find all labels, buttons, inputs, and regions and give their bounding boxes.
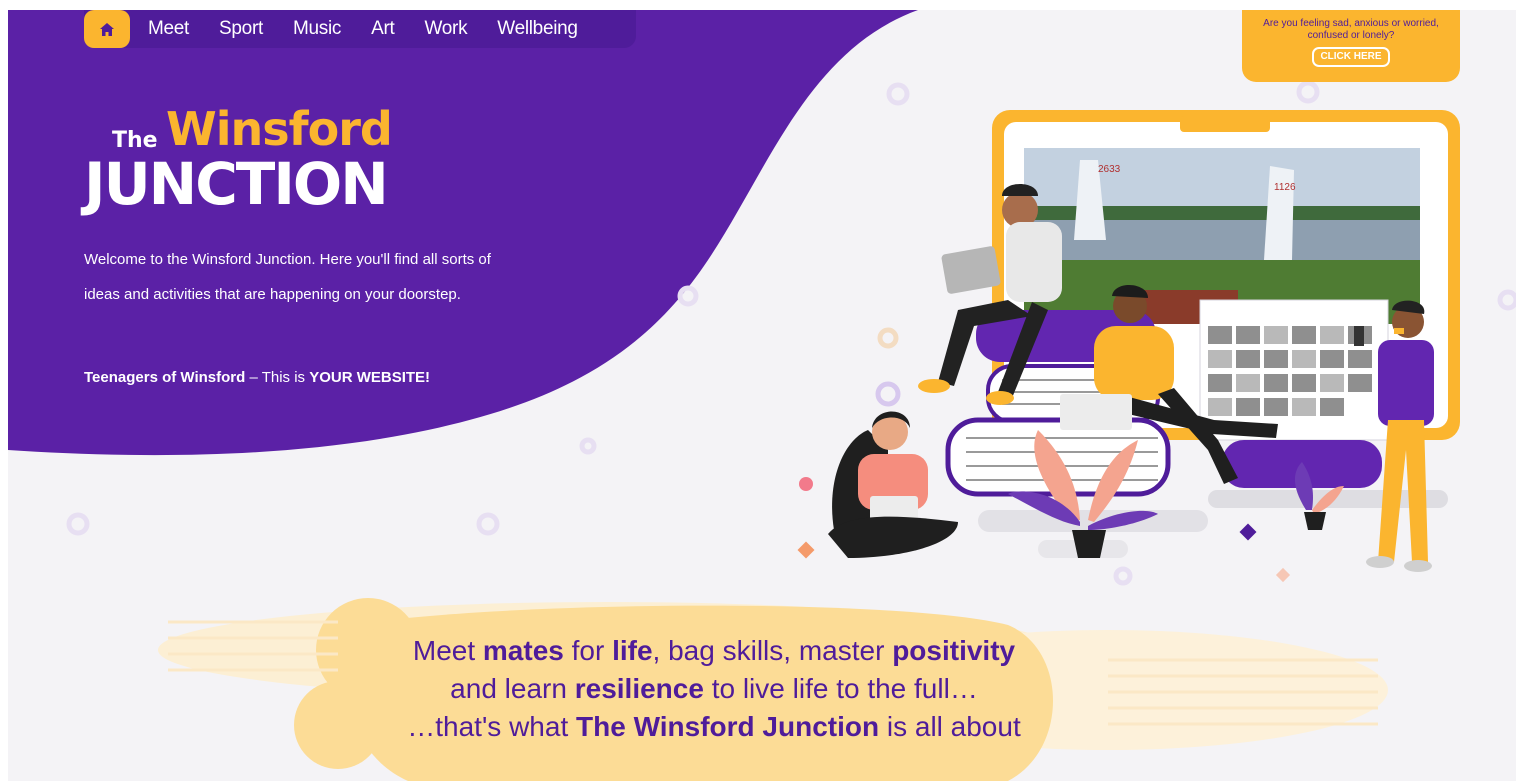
- nav-item-art[interactable]: Art: [371, 18, 395, 40]
- main-navigation: Meet Sport Music Art Work Wellbeing: [84, 10, 636, 48]
- nav-item-sport[interactable]: Sport: [219, 18, 263, 40]
- calendar-panel: [1199, 299, 1389, 441]
- click-here-button[interactable]: CLICK HERE: [1312, 47, 1390, 67]
- nav-item-meet[interactable]: Meet: [148, 18, 189, 40]
- wellbeing-help-box: Are you feeling sad, anxious or worried,…: [1242, 10, 1460, 82]
- tagline-connector: – This is: [245, 369, 310, 386]
- sail-number-left: 2633: [1098, 164, 1121, 175]
- tagline-line-2: and learn resilience to live life to the…: [450, 673, 978, 704]
- hero-section: 2633 1126 Meet Sport Music Art Work Well…: [8, 10, 1516, 781]
- home-button[interactable]: [84, 10, 130, 48]
- tagline-line-1: Meet mates for life, bag skills, master …: [412, 635, 1016, 666]
- sailing-photo: 2633 1126: [1024, 148, 1420, 324]
- site-logo[interactable]: The Winsford JUNCTION: [84, 102, 414, 218]
- nav-item-wellbeing[interactable]: Wellbeing: [497, 18, 578, 40]
- woman-sitting: [828, 411, 958, 558]
- intro-tagline: Teenagers of Winsford – This is YOUR WEB…: [84, 360, 444, 395]
- tagline-teenagers: Teenagers of Winsford: [84, 369, 246, 386]
- mission-tagline: Meet mates for life, bag skills, master …: [324, 632, 1104, 746]
- tagline-line-3: …that's what The Winsford Junction is al…: [407, 711, 1021, 742]
- hero-illustration: 2633 1126: [797, 110, 1460, 583]
- tagline-your-website: YOUR WEBSITE!: [309, 369, 431, 386]
- home-icon: [100, 22, 114, 36]
- nav-item-music[interactable]: Music: [293, 18, 341, 40]
- sail-number-right: 1126: [1274, 182, 1296, 193]
- intro-text: Welcome to the Winsford Junction. Here y…: [84, 251, 491, 303]
- help-text: Are you feeling sad, anxious or worried,…: [1263, 18, 1439, 41]
- nav-item-work[interactable]: Work: [424, 18, 467, 40]
- logo-junction: JUNCTION: [84, 150, 389, 218]
- logo-winsford: Winsford: [166, 102, 393, 156]
